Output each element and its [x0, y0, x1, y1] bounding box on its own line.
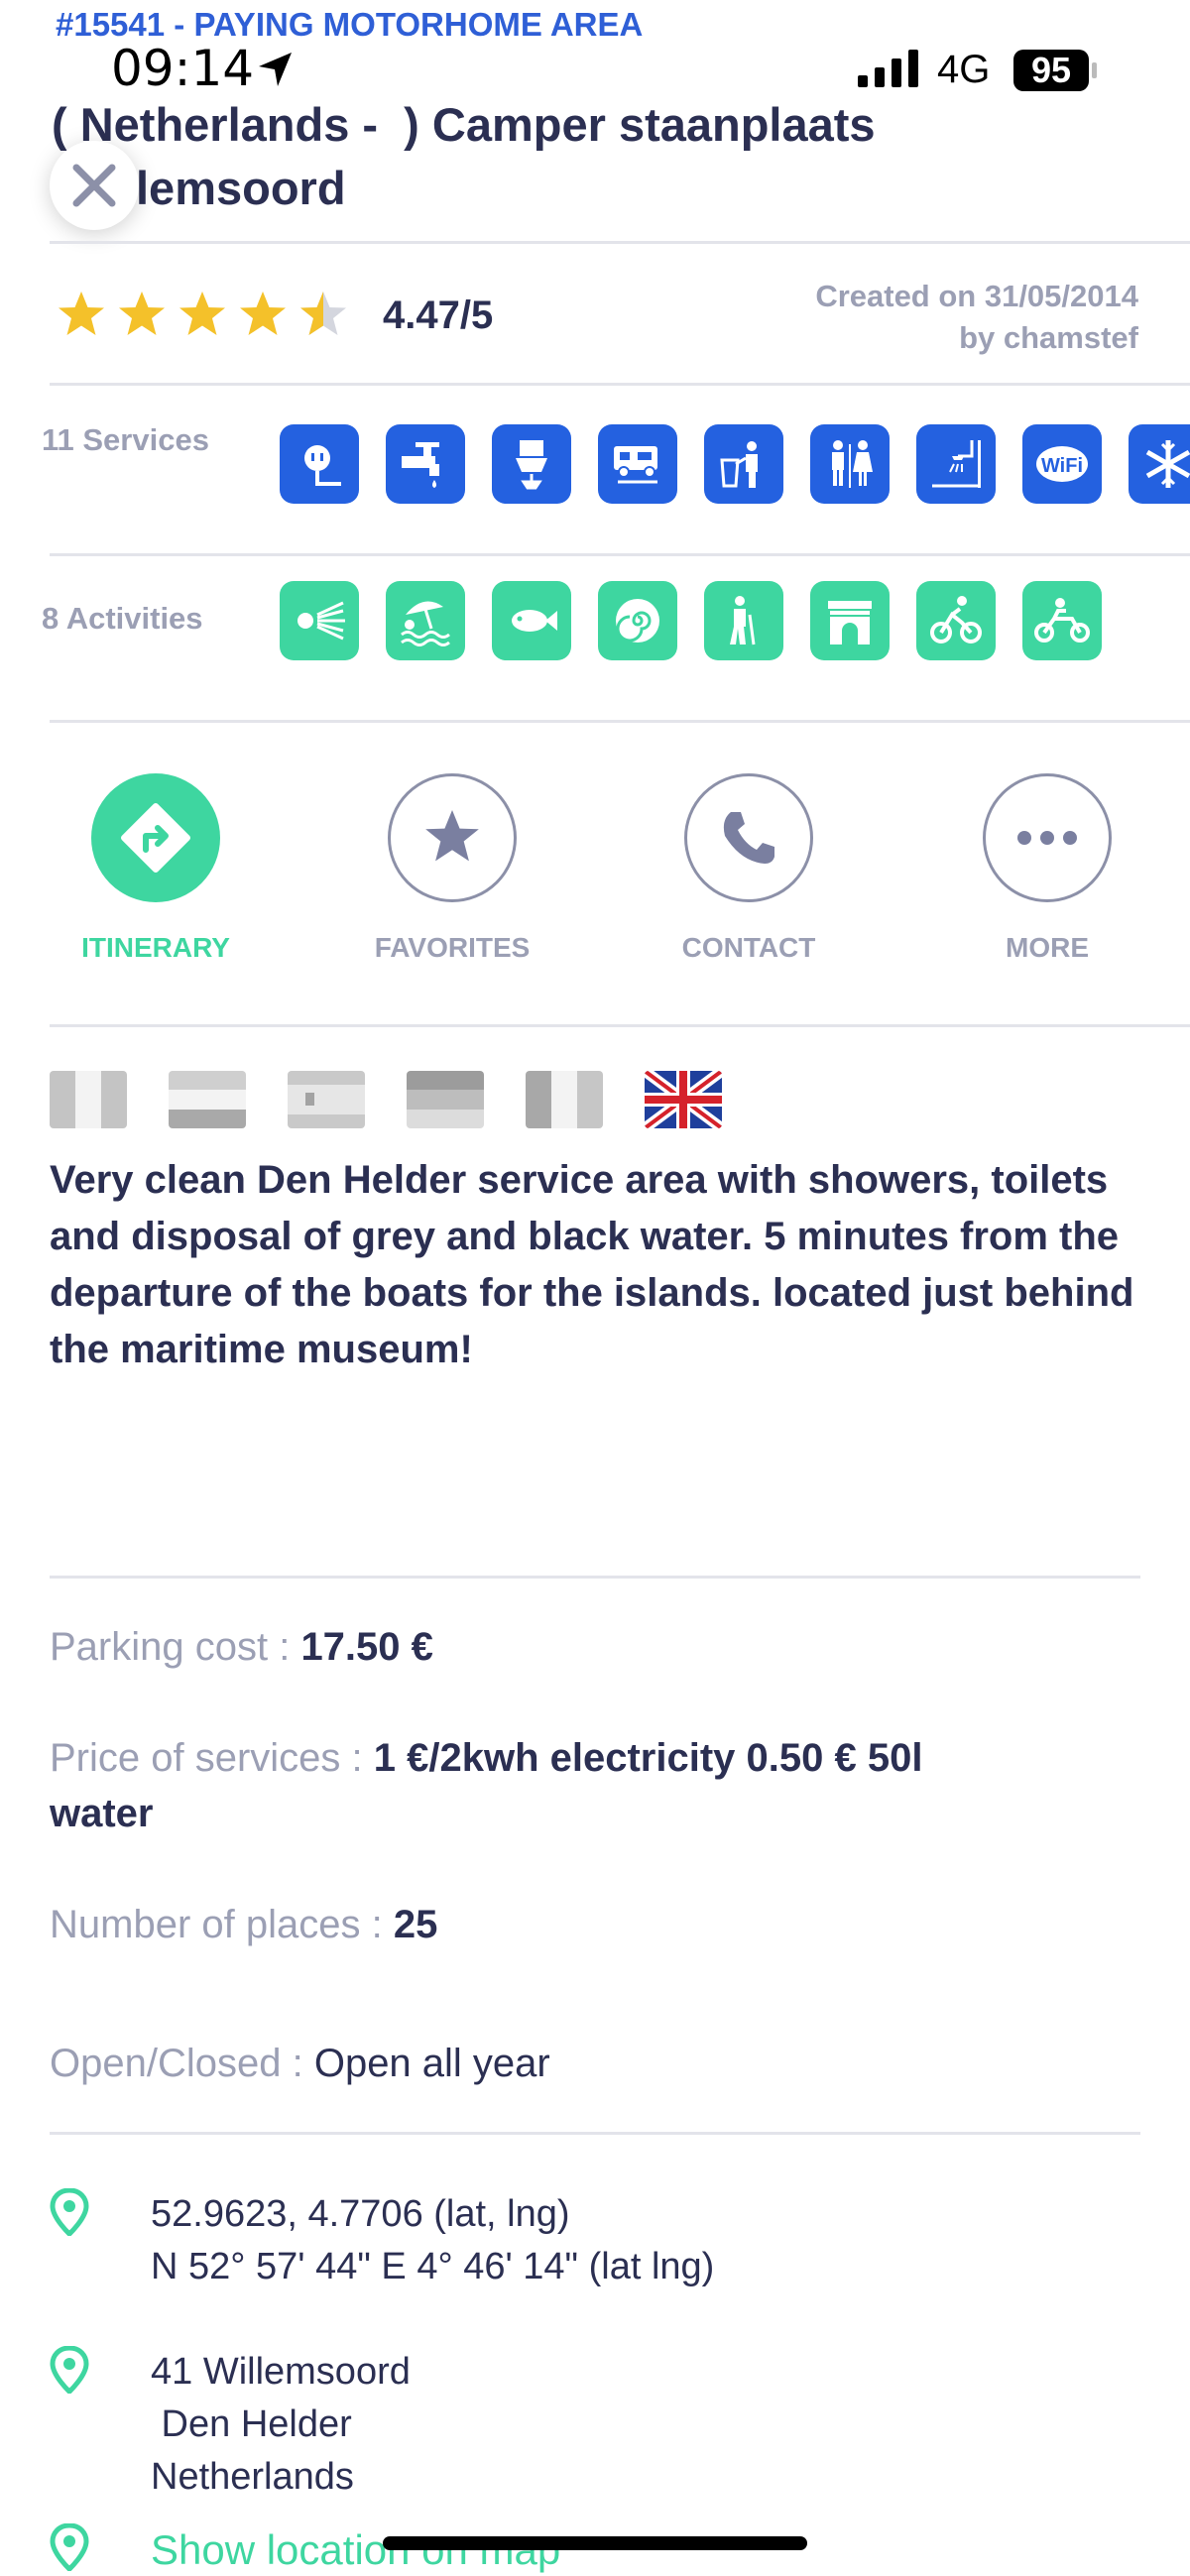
flag-dutch-icon[interactable]: [169, 1071, 246, 1128]
contact-circle[interactable]: [684, 773, 813, 902]
favorites-button[interactable]: FAVORITES: [348, 773, 556, 964]
coordinates-row[interactable]: 52.9623, 4.7706 (lat, lng) N 52° 57' 44"…: [50, 2187, 714, 2293]
status-time: 09:14: [111, 40, 255, 97]
electricity-icon[interactable]: [280, 424, 359, 504]
places-value: 25: [393, 1903, 438, 1946]
divider: [50, 1024, 1190, 1027]
more-button[interactable]: MORE: [943, 773, 1151, 964]
area-type-badge: #15541 - PAYING MOTORHOME AREA: [56, 6, 644, 43]
toilet-disposal-icon[interactable]: [492, 424, 571, 504]
signal-icon: [858, 50, 918, 87]
wifi-icon[interactable]: WiFi: [1022, 424, 1102, 504]
close-icon: [72, 164, 116, 207]
toilets-icon[interactable]: [810, 424, 890, 504]
parking-cost-label: Parking cost :: [50, 1625, 301, 1669]
divider: [50, 720, 1190, 723]
motorhome-drain-icon[interactable]: [598, 424, 677, 504]
flag-italian-icon[interactable]: [526, 1071, 603, 1128]
created-info: Created on 31/05/2014 by chamstef: [815, 276, 1138, 359]
fishing-icon[interactable]: [492, 581, 571, 660]
itinerary-label: ITINERARY: [81, 932, 230, 963]
close-button[interactable]: [50, 141, 139, 230]
page-title-line1: ( Netherlands - ) Camper staanplaats: [52, 98, 876, 151]
open-closed-label: Open/Closed :: [50, 2042, 314, 2085]
number-of-places: Number of places : 25: [50, 1897, 1101, 1952]
coordinates-text[interactable]: 52.9623, 4.7706 (lat, lng) N 52° 57' 44"…: [151, 2188, 714, 2293]
svg-text:WiFi: WiFi: [1041, 455, 1083, 477]
flag-english-icon[interactable]: [645, 1071, 722, 1128]
services-price: Price of services : 1 €/2kwh electricity…: [50, 1730, 1002, 1841]
contact-label: CONTACT: [681, 932, 816, 963]
created-date: Created on 31/05/2014: [815, 279, 1138, 313]
itinerary-circle[interactable]: [91, 773, 220, 902]
divider: [50, 241, 1190, 244]
more-dots-icon: [1017, 831, 1077, 845]
address-row[interactable]: 41 Willemsoord Den Helder Netherlands: [50, 2345, 411, 2504]
open-closed-value: Open all year: [313, 2042, 550, 2085]
language-flags[interactable]: [50, 1071, 722, 1128]
services-label: 11 Services: [42, 422, 209, 457]
trash-icon[interactable]: [704, 424, 783, 504]
flag-french-icon[interactable]: [50, 1071, 127, 1128]
itinerary-button[interactable]: ITINERARY: [52, 773, 260, 964]
shower-icon[interactable]: [916, 424, 996, 504]
location-arrow-icon: [259, 53, 292, 86]
flag-german-icon[interactable]: [407, 1071, 484, 1128]
open-closed: Open/Closed : Open all year: [50, 2036, 1101, 2091]
divider: [50, 2132, 1140, 2135]
services-icons[interactable]: WiFi: [280, 424, 1190, 504]
battery-level: 95: [1013, 50, 1089, 91]
directions-icon: [121, 803, 190, 873]
flag-spanish-icon[interactable]: [288, 1071, 365, 1128]
star-rating: [59, 292, 346, 335]
page-title: ( Netherlands - ) Camper staanplaats lem…: [52, 93, 944, 220]
divider: [50, 1576, 1140, 1579]
divider: [50, 383, 1190, 386]
map-pin-icon: [50, 2522, 89, 2573]
star-icon: [425, 810, 479, 862]
phone-icon: [723, 812, 774, 864]
more-label: MORE: [1006, 932, 1089, 963]
shell-icon[interactable]: [598, 581, 677, 660]
created-author[interactable]: by chamstef: [815, 317, 1138, 359]
address-text[interactable]: 41 Willemsoord Den Helder Netherlands: [151, 2346, 411, 2504]
motorbike-icon[interactable]: [1022, 581, 1102, 660]
parking-cost: Parking cost : 17.50 €: [50, 1619, 1101, 1675]
hiking-icon[interactable]: [704, 581, 783, 660]
divider: [50, 553, 1190, 556]
page-title-line2: lemsoord: [136, 162, 346, 214]
more-circle[interactable]: [983, 773, 1112, 902]
favorites-circle[interactable]: [388, 773, 517, 902]
beach-icon[interactable]: [386, 581, 465, 660]
map-pin-icon: [50, 2187, 89, 2238]
places-label: Number of places :: [50, 1903, 394, 1946]
map-pin-icon: [50, 2345, 89, 2396]
favorites-label: FAVORITES: [374, 932, 531, 963]
monument-icon[interactable]: [810, 581, 890, 660]
rating-value: 4.47/5: [383, 293, 494, 337]
home-indicator[interactable]: [383, 2536, 807, 2550]
lighthouse-icon[interactable]: [280, 581, 359, 660]
network-type: 4G: [937, 48, 991, 91]
services-price-label: Price of services :: [50, 1736, 374, 1780]
activities-icons[interactable]: [280, 581, 1102, 660]
cycling-icon[interactable]: [916, 581, 996, 660]
description-text: Very clean Den Helder service area with …: [50, 1158, 1134, 1371]
water-tap-icon[interactable]: [386, 424, 465, 504]
parking-cost-value: 17.50 €: [300, 1625, 433, 1669]
snowflake-icon[interactable]: [1129, 424, 1190, 504]
battery-nub: [1092, 62, 1097, 78]
contact-button[interactable]: CONTACT: [645, 773, 853, 964]
activities-label: 8 Activities: [42, 601, 203, 636]
